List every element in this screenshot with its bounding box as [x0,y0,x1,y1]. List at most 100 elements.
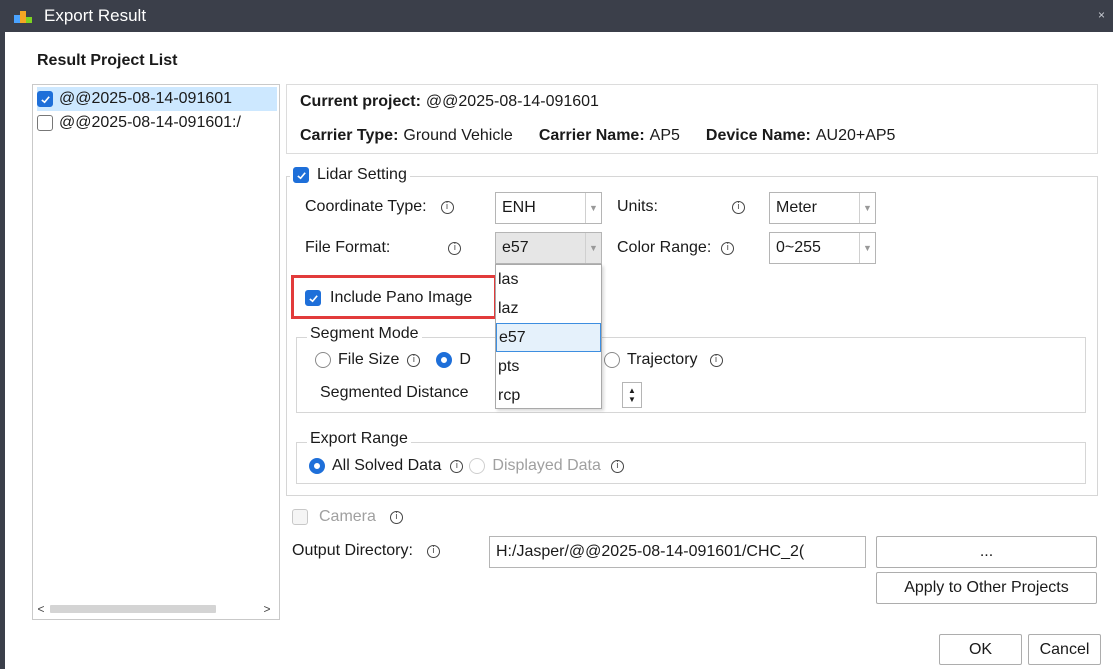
info-icon[interactable]: i [721,241,735,255]
project-list[interactable]: @@2025-08-14-091601 @@2025-08-14-091601:… [32,84,280,620]
project-info-box: Current project: @@2025-08-14-091601 Car… [286,84,1098,154]
annotation-highlight-box [291,275,497,319]
file-format-select[interactable]: e57 ▼ [495,232,602,264]
checkbox-unchecked-icon[interactable] [37,115,53,131]
segment-mode-title: Segment Mode [310,325,419,342]
info-icon[interactable]: i [440,200,454,214]
device-name-label: Device Name: [705,127,811,144]
output-directory-label: Output Directory: [292,542,413,559]
dropdown-option[interactable]: las [496,265,601,294]
carrier-name-label: Carrier Name: [538,127,645,144]
device-name-value: AU20+AP5 [815,127,896,144]
list-item-label: @@2025-08-14-091601:/ [59,114,241,131]
export-range-options: All Solved Data i Displayed Data i [309,457,624,475]
spin-down-icon[interactable]: ▼ [628,395,636,404]
dropdown-option[interactable]: laz [496,294,601,323]
spin-up-icon[interactable]: ▲ [628,386,636,395]
radio-displayed-data[interactable] [469,458,486,474]
dropdown-option[interactable]: pts [496,352,601,381]
project-list-title: Result Project List [37,52,178,69]
checkbox-disabled-icon[interactable] [292,509,308,525]
chevron-down-icon[interactable]: ▼ [859,193,875,223]
color-range-label-row: Color Range: i [617,239,735,257]
info-icon[interactable]: i [407,353,421,367]
segmented-distance-row: Segmented Distance [320,384,469,402]
app-logo-icon [14,11,32,23]
trajectory-label: Trajectory [627,351,698,368]
radio-trajectory[interactable] [604,352,620,368]
info-icon[interactable]: i [448,241,462,255]
scroll-thumb[interactable] [50,605,216,613]
info-icon[interactable]: i [709,353,723,367]
window-title: Export Result [44,6,147,25]
apply-to-other-projects-button[interactable]: Apply to Other Projects [876,572,1097,604]
file-size-label: File Size [338,351,400,368]
lidar-setting-legend[interactable]: Lidar Setting [290,166,410,184]
radio-distance[interactable] [436,352,453,368]
file-format-dropdown[interactable]: las laz e57 pts rcp [495,264,602,409]
all-solved-label: All Solved Data [332,457,442,474]
list-item[interactable]: @@2025-08-14-091601 [37,87,277,111]
file-format-label: File Format: [305,239,391,256]
info-icon[interactable]: i [450,459,464,473]
coordinate-type-value: ENH [502,199,536,216]
info-icon[interactable]: i [731,200,745,214]
coordinate-type-label: Coordinate Type: [305,198,427,215]
radio-all-solved[interactable] [309,458,325,474]
export-range-legend: Export Range [307,430,411,448]
coordinate-type-label-row: Coordinate Type: i [305,198,454,216]
chevron-down-icon[interactable]: ▼ [859,233,875,263]
export-range-title: Export Range [310,430,408,447]
distance-spinbox[interactable]: ▲ ▼ [622,382,642,408]
ok-button[interactable]: OK [939,634,1022,665]
current-project-value: @@2025-08-14-091601 [425,93,599,110]
current-project-label: Current project: [300,93,421,110]
units-label: Units: [617,198,658,215]
checkbox-checked-icon[interactable] [37,91,53,107]
info-icon[interactable]: i [426,544,440,558]
color-range-select[interactable]: 0~255 ▼ [769,232,876,264]
dropdown-option-selected[interactable]: e57 [496,323,601,352]
segment-options-row: File Size i D [315,351,471,369]
coordinate-type-select[interactable]: ENH ▼ [495,192,602,224]
browse-button[interactable]: ... [876,536,1097,568]
trajectory-option-row: Trajectory i [604,351,723,369]
checkbox-checked-icon[interactable] [293,167,309,183]
list-item-label: @@2025-08-14-091601 [59,90,233,107]
lidar-setting-label: Lidar Setting [317,166,407,183]
displayed-data-label: Displayed Data [492,457,601,474]
title-bar: Export Result × [0,0,1113,32]
color-range-label: Color Range: [617,239,712,256]
units-value: Meter [776,199,817,216]
scroll-left-icon[interactable]: < [34,602,48,616]
output-directory-row: Output Directory: i [292,542,440,560]
carrier-row: Carrier Type: Ground Vehicle Carrier Nam… [300,127,895,145]
distance-option-label: D [459,351,471,368]
window-frame-left [0,32,5,669]
info-icon[interactable]: i [389,510,403,524]
units-select[interactable]: Meter ▼ [769,192,876,224]
segmented-distance-label: Segmented Distance [320,384,469,401]
units-label-row: Units: i [617,198,745,216]
camera-row: Camera i [292,508,403,526]
carrier-name-value: AP5 [649,127,680,144]
chevron-down-icon[interactable]: ▼ [585,233,601,263]
scroll-right-icon[interactable]: > [260,602,274,616]
segment-mode-legend: Segment Mode [307,325,422,343]
list-item[interactable]: @@2025-08-14-091601:/ [37,111,277,135]
output-directory-input[interactable]: H:/Jasper/@@2025-08-14-091601/CHC_2( [489,536,866,568]
file-format-label-row: File Format: i [305,239,462,257]
cancel-button[interactable]: Cancel [1028,634,1101,665]
horizontal-scrollbar[interactable]: < > [34,600,278,618]
carrier-type-label: Carrier Type: [300,127,399,144]
color-range-value: 0~255 [776,239,821,256]
output-directory-value: H:/Jasper/@@2025-08-14-091601/CHC_2( [496,543,805,560]
radio-file-size[interactable] [315,352,331,368]
camera-label: Camera [319,508,376,525]
dropdown-option[interactable]: rcp [496,381,601,410]
info-icon[interactable]: i [610,459,624,473]
close-icon[interactable]: × [1098,8,1105,22]
current-project-row: Current project: @@2025-08-14-091601 [300,93,599,111]
chevron-down-icon[interactable]: ▼ [585,193,601,223]
file-format-value: e57 [502,239,529,256]
